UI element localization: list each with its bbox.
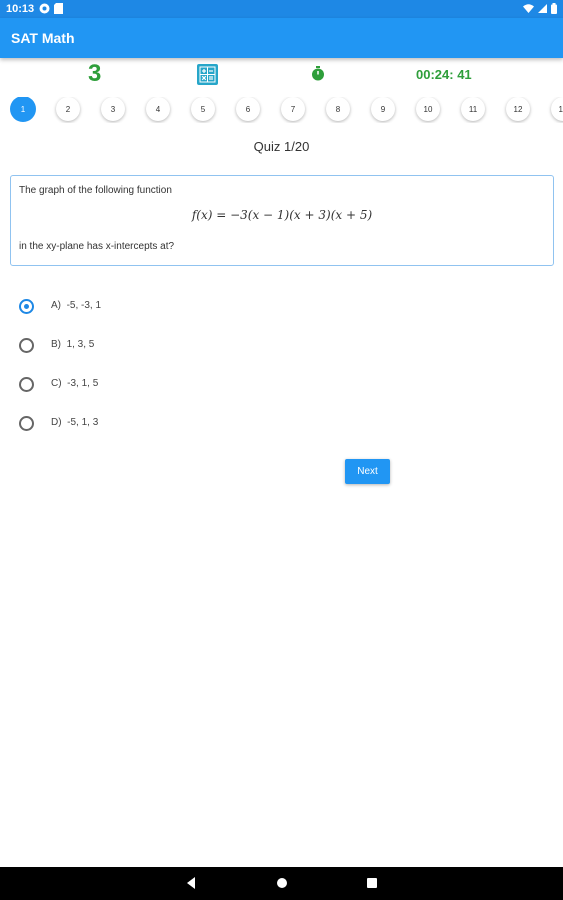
answer-option-label: B) 1, 3, 5 — [51, 339, 94, 350]
battery-icon — [551, 3, 557, 14]
question-card: The graph of the following function f(x)… — [10, 175, 554, 266]
status-system-icons — [523, 3, 557, 14]
question-nav-button[interactable]: 3 — [101, 97, 125, 121]
radio-button[interactable] — [19, 416, 34, 431]
radio-button-selected[interactable] — [19, 299, 34, 314]
option-letter: A) — [51, 300, 61, 311]
answer-option-c[interactable]: C) -3, 1, 5 — [19, 376, 319, 392]
radio-button[interactable] — [19, 338, 34, 353]
question-nav-button[interactable]: 13 — [551, 97, 563, 121]
stopwatch-icon — [311, 66, 325, 86]
notification-app-icon — [39, 3, 50, 14]
question-formula: f(x) = −3(x − 1)(x + 3)(x + 5) — [191, 208, 373, 222]
question-nav-button[interactable]: 5 — [191, 97, 215, 121]
answer-option-b[interactable]: B) 1, 3, 5 — [19, 337, 319, 353]
radio-button[interactable] — [19, 377, 34, 392]
question-nav-button[interactable]: 11 — [461, 97, 485, 121]
status-notification-icons — [39, 3, 63, 14]
quiz-progress-label: Quiz 1/20 — [253, 139, 310, 154]
question-nav-button[interactable]: 10 — [416, 97, 440, 121]
option-letter: B) — [51, 339, 61, 350]
option-text: -3, 1, 5 — [67, 378, 99, 389]
signal-icon — [538, 4, 547, 13]
question-nav-button[interactable]: 1 — [10, 97, 36, 122]
question-nav-button[interactable]: 8 — [326, 97, 350, 121]
question-nav-button[interactable]: 12 — [506, 97, 530, 121]
calculator-icon — [199, 66, 216, 83]
answer-option-label: C) -3, 1, 5 — [51, 378, 98, 389]
system-navigation-bar — [0, 867, 563, 900]
wifi-icon — [523, 4, 534, 13]
answer-option-label: D) -5, 1, 3 — [51, 417, 98, 428]
back-icon[interactable] — [184, 876, 198, 890]
question-nav-button[interactable]: 4 — [146, 97, 170, 121]
calculator-button[interactable] — [197, 64, 218, 85]
elapsed-timer: 00:24: 41 — [416, 67, 472, 82]
question-intro-text: The graph of the following function — [19, 185, 172, 196]
answer-option-a[interactable]: A) -5, -3, 1 — [19, 298, 319, 314]
question-nav-button[interactable]: 9 — [371, 97, 395, 121]
question-nav-button[interactable]: 6 — [236, 97, 260, 121]
home-icon[interactable] — [275, 876, 289, 890]
status-bar: 10:13 — [0, 0, 563, 18]
status-time: 10:13 — [6, 3, 35, 15]
recents-icon[interactable] — [365, 876, 379, 890]
question-outro-text: in the xy-plane has x-intercepts at? — [19, 241, 175, 252]
option-letter: D) — [51, 417, 62, 428]
option-text: 1, 3, 5 — [66, 339, 95, 350]
option-text: -5, -3, 1 — [66, 300, 102, 311]
question-navigator: 1 2 3 4 5 6 7 8 9 10 11 12 13 — [10, 97, 563, 123]
answer-option-label: A) -5, -3, 1 — [51, 300, 101, 311]
sd-card-icon — [54, 3, 63, 14]
app-title: SAT Math — [11, 30, 75, 46]
score-counter: 3 — [88, 60, 102, 87]
app-bar: SAT Math — [0, 18, 563, 58]
answer-option-d[interactable]: D) -5, 1, 3 — [19, 415, 319, 431]
question-nav-button[interactable]: 2 — [56, 97, 80, 121]
next-button[interactable]: Next — [345, 459, 390, 484]
question-nav-button[interactable]: 7 — [281, 97, 305, 121]
option-text: -5, 1, 3 — [67, 417, 99, 428]
option-letter: C) — [51, 378, 62, 389]
